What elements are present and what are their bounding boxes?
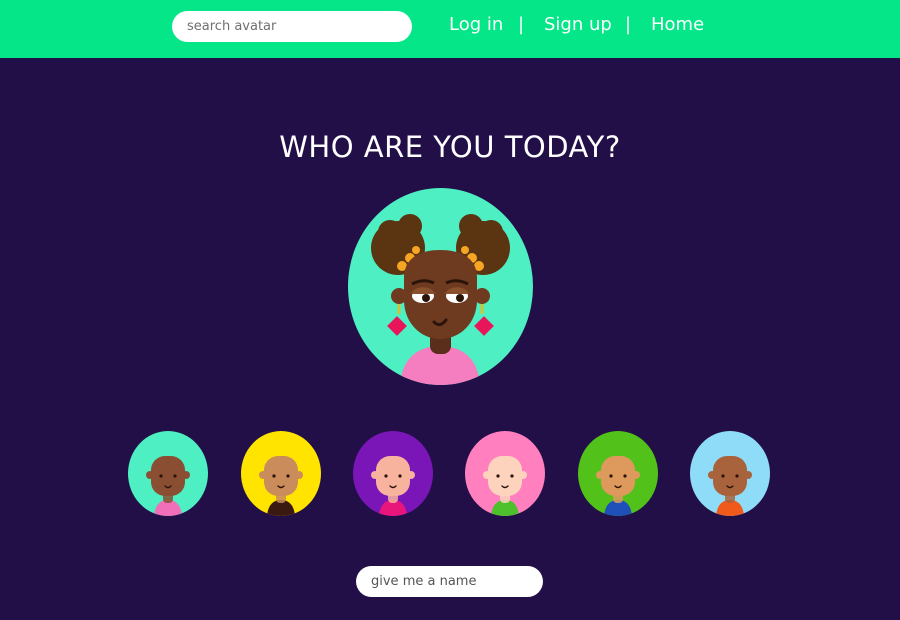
avatar-icon [128, 431, 208, 516]
avatar-icon [353, 431, 433, 516]
nav-separator: | [625, 14, 632, 35]
avatar-icon [578, 431, 658, 516]
home-link[interactable]: Home [651, 13, 704, 37]
page-title: WHO ARE YOU TODAY? [279, 130, 621, 164]
signup-link[interactable]: Sign up [544, 13, 612, 37]
avatar-icon [690, 431, 770, 516]
avatar-option[interactable] [241, 431, 321, 516]
avatar-option[interactable] [465, 431, 545, 516]
avatar-option[interactable] [128, 431, 208, 516]
selected-avatar [348, 188, 533, 385]
top-navigation-bar: Log in | Sign up | Home [0, 0, 900, 58]
avatar-option[interactable] [690, 431, 770, 516]
search-input[interactable] [172, 11, 412, 42]
avatar-option[interactable] [578, 431, 658, 516]
login-link[interactable]: Log in [449, 13, 503, 37]
nav-separator: | [518, 14, 525, 35]
avatar-icon [465, 431, 545, 516]
girl-avatar-icon [348, 188, 533, 385]
avatar-icon [241, 431, 321, 516]
name-input[interactable] [356, 566, 543, 597]
avatar-option[interactable] [353, 431, 433, 516]
